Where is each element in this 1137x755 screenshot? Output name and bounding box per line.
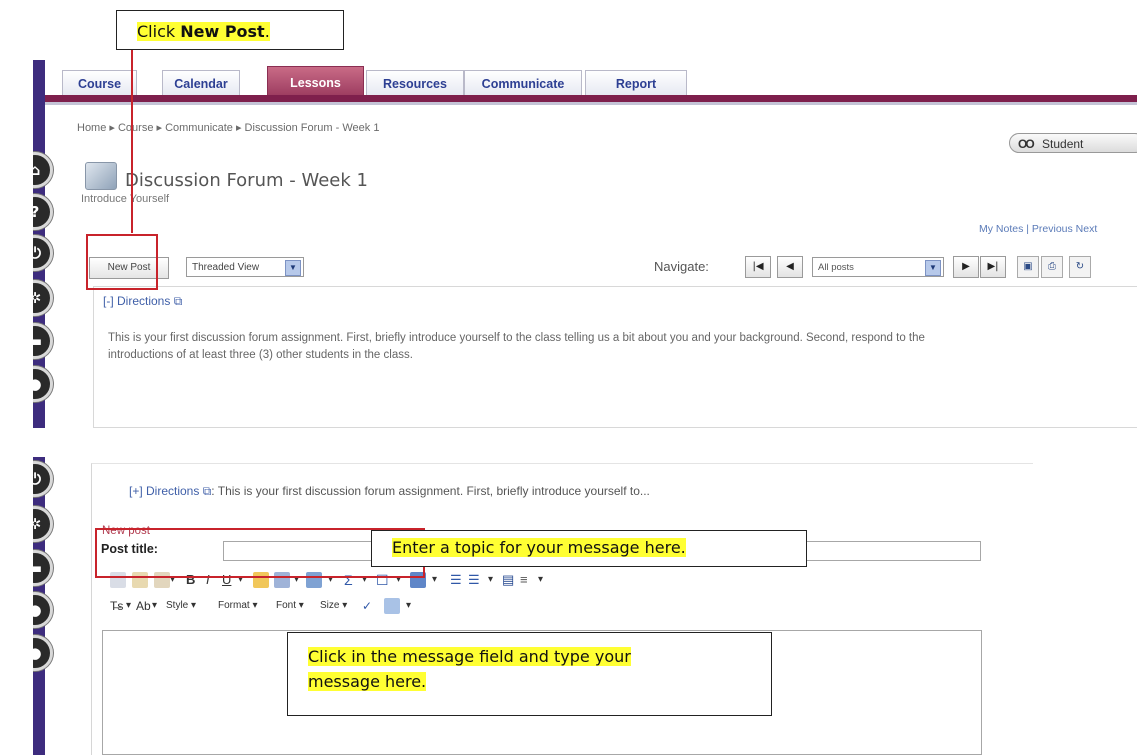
power-icon[interactable]: ⏻ — [33, 461, 53, 497]
view-select-value: Threaded View — [192, 262, 260, 273]
callout-message-line2: message here. — [308, 672, 427, 691]
align-left-icon[interactable]: ▤ — [502, 571, 514, 589]
format-menu-label: Format — [218, 600, 250, 611]
directions-collapsed-text: : This is your first discussion forum as… — [211, 484, 650, 498]
person-icon[interactable]: ● — [33, 592, 53, 628]
style-menu[interactable]: Style ▾ — [166, 597, 196, 615]
chevron-down-icon: ▼ — [925, 260, 941, 276]
navigate-label: Navigate: — [654, 259, 709, 274]
annotation-pointer-line — [131, 50, 133, 233]
numbered-list-icon[interactable]: ☰ — [450, 571, 462, 589]
chevron-down-icon[interactable]: ▾ — [432, 571, 437, 589]
gear-icon[interactable]: ✲ — [33, 506, 53, 542]
annotation-highlight-new-post — [86, 234, 158, 290]
directions-collapsed[interactable]: [+] Directions ⧉: This is your first dis… — [129, 484, 650, 499]
align-center-icon[interactable]: ≡ — [520, 571, 528, 589]
chevron-down-icon[interactable]: ▾ — [126, 597, 131, 615]
tab-resources[interactable]: Resources — [366, 70, 464, 96]
previous-post-button[interactable]: ◀ — [777, 256, 803, 278]
tab-course[interactable]: Course — [62, 70, 137, 96]
directions-heading: [-] Directions — [103, 294, 171, 308]
forum-icon — [85, 162, 117, 190]
clear-format-icon[interactable]: T̶s — [110, 597, 123, 615]
chevron-down-icon[interactable]: ▾ — [488, 571, 493, 589]
student-view-label: Student — [1042, 137, 1084, 151]
tab-report[interactable]: Report — [585, 70, 687, 96]
callout-message-field: Click in the message field and type your… — [287, 632, 772, 716]
callout-click-new-post: Click New Post. — [116, 10, 344, 50]
callout-click-bold: New Post — [180, 22, 265, 41]
callout-enter-topic-text: Enter a topic for your message here. — [392, 538, 686, 557]
format-menu[interactable]: Format ▾ — [218, 597, 257, 615]
spellcheck-icon[interactable]: ✓ — [362, 597, 372, 615]
font-menu-label: Font — [276, 600, 297, 611]
directions-text: This is your first discussion forum assi… — [108, 332, 925, 361]
external-link-icon[interactable]: ⧉ — [203, 484, 212, 498]
last-post-button[interactable]: ▶| — [980, 256, 1006, 278]
callout-click-prefix: Click — [137, 22, 181, 41]
forum-screenshot-top: Course Calendar Lessons Resources Commun… — [33, 60, 1137, 428]
chat-icon[interactable]: ● — [33, 635, 53, 671]
spellcheck-icon[interactable]: Ab — [136, 597, 151, 615]
chevron-down-icon[interactable]: ▾ — [152, 597, 157, 615]
breadcrumb[interactable]: Home ▸ Course ▸ Communicate ▸ Discussion… — [77, 121, 379, 134]
callout-enter-topic: Enter a topic for your message here. — [371, 530, 807, 567]
external-link-icon[interactable]: ⧉ — [174, 294, 183, 308]
student-view-button[interactable]: OO Student — [1009, 133, 1137, 153]
page-subtitle: Introduce Yourself — [81, 193, 170, 205]
chevron-down-icon[interactable]: ▾ — [406, 597, 411, 615]
posts-filter-select[interactable]: All posts ▼ — [812, 257, 944, 277]
paste-special-icon[interactable] — [384, 598, 400, 614]
tab-calendar[interactable]: Calendar — [162, 70, 240, 96]
refresh-icon[interactable]: ↻ — [1069, 256, 1091, 278]
page-title: Discussion Forum - Week 1 — [125, 170, 368, 191]
chevron-down-icon: ▼ — [285, 260, 301, 276]
callout-click-suffix: . — [264, 22, 270, 41]
posts-filter-value: All posts — [818, 262, 854, 273]
font-menu[interactable]: Font ▾ — [276, 597, 304, 615]
chevron-down-icon[interactable]: ▾ — [538, 571, 543, 589]
view-select[interactable]: Threaded View ▼ — [186, 257, 304, 277]
style-menu-label: Style — [166, 600, 189, 611]
folder-icon[interactable]: ▬ — [33, 550, 53, 586]
bulleted-list-icon[interactable]: ☰ — [468, 571, 480, 589]
size-menu[interactable]: Size ▾ — [320, 597, 347, 615]
tab-underline — [45, 95, 1137, 102]
callout-message-line1: Click in the message field and type your — [308, 647, 631, 666]
tab-lessons[interactable]: Lessons — [267, 66, 364, 96]
directions-collapsed-heading: [+] Directions — [129, 484, 200, 498]
first-post-button[interactable]: |◀ — [745, 256, 771, 278]
editor-toolbar-row2: T̶s ▾ Ab ▾ Style ▾ Format ▾ Font ▾ Size … — [106, 595, 586, 619]
glasses-icon: OO — [1018, 137, 1035, 151]
print-icon[interactable]: ⎙ — [1041, 256, 1063, 278]
tab-communicate[interactable]: Communicate — [464, 70, 582, 96]
notes-nav-links[interactable]: My Notes | Previous Next — [979, 223, 1097, 235]
save-icon[interactable]: ▣ — [1017, 256, 1039, 278]
directions-toggle[interactable]: [-] Directions ⧉ — [103, 294, 182, 309]
size-menu-label: Size — [320, 600, 340, 611]
next-post-button[interactable]: ▶ — [953, 256, 979, 278]
